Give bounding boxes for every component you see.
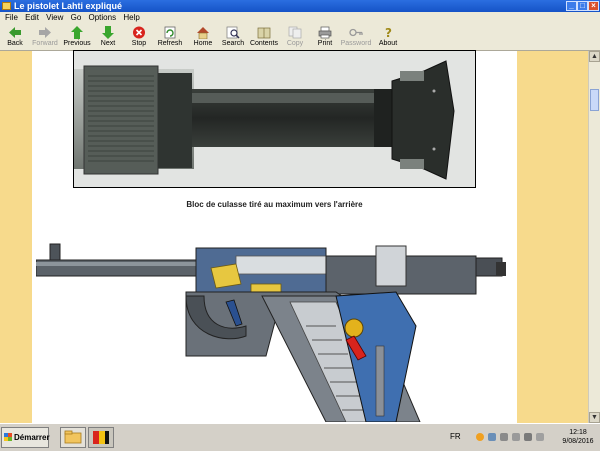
back-arrow-icon bbox=[8, 26, 22, 39]
help-book-icon bbox=[93, 431, 109, 444]
scroll-up-button[interactable]: ▲ bbox=[589, 51, 600, 62]
tray-flag-icon[interactable] bbox=[488, 433, 496, 441]
clock[interactable]: 12:18 9/08/2016 bbox=[558, 428, 598, 446]
password-button[interactable]: Password bbox=[339, 25, 373, 49]
search-button[interactable]: Search bbox=[220, 25, 246, 49]
toolbar: Back Forward Previous Next Stop Refresh … bbox=[0, 24, 600, 51]
key-icon bbox=[349, 26, 363, 39]
menu-options[interactable]: Options bbox=[89, 12, 117, 24]
folder-icon bbox=[64, 430, 82, 444]
tray-network-icon[interactable] bbox=[500, 433, 508, 441]
menu-file[interactable]: File bbox=[5, 12, 18, 24]
printer-icon bbox=[318, 26, 332, 39]
refresh-icon bbox=[163, 26, 177, 39]
windows-logo-icon bbox=[4, 433, 12, 441]
previous-button[interactable]: Previous bbox=[62, 25, 92, 49]
breech-block-photo bbox=[73, 50, 476, 188]
book-icon bbox=[257, 26, 271, 39]
taskbar: Démarrer FR 12:18 9/08/2016 bbox=[0, 423, 600, 451]
clock-date: 9/08/2016 bbox=[562, 438, 594, 445]
photo-caption: Bloc de culasse tiré au maximum vers l'a… bbox=[186, 200, 363, 209]
menu-help[interactable]: Help bbox=[123, 12, 139, 24]
scroll-down-button[interactable]: ▼ bbox=[589, 412, 600, 423]
up-arrow-icon bbox=[70, 26, 84, 39]
svg-text:?: ? bbox=[385, 26, 392, 39]
menu-view[interactable]: View bbox=[46, 12, 63, 24]
back-button[interactable]: Back bbox=[2, 25, 28, 49]
forward-button[interactable]: Forward bbox=[30, 25, 60, 49]
down-arrow-icon bbox=[101, 26, 115, 39]
about-button[interactable]: ? About bbox=[375, 25, 401, 49]
task-help-viewer[interactable] bbox=[88, 427, 114, 448]
maximize-button[interactable]: □ bbox=[577, 1, 588, 11]
start-button[interactable]: Démarrer bbox=[1, 427, 50, 448]
menu-bar: File Edit View Go Options Help bbox=[0, 12, 600, 24]
copy-icon bbox=[288, 26, 302, 39]
clock-time: 12:18 bbox=[569, 429, 587, 436]
app-icon bbox=[2, 2, 11, 10]
scroll-thumb[interactable] bbox=[590, 89, 599, 111]
home-button[interactable]: Home bbox=[190, 25, 216, 49]
pistol-cutaway-drawing bbox=[36, 236, 514, 422]
search-icon bbox=[226, 26, 240, 39]
minimize-button[interactable]: _ bbox=[566, 1, 577, 11]
tray-display-icon[interactable] bbox=[512, 433, 520, 441]
forward-arrow-icon bbox=[38, 26, 52, 39]
task-explorer[interactable] bbox=[60, 427, 86, 448]
stop-icon bbox=[132, 26, 146, 39]
tray-usb-icon[interactable] bbox=[536, 433, 544, 441]
refresh-button[interactable]: Refresh bbox=[155, 25, 185, 49]
window-title: Le pistolet Lahti expliqué bbox=[14, 1, 123, 11]
title-bar: Le pistolet Lahti expliqué _ □ × bbox=[0, 0, 600, 12]
next-button[interactable]: Next bbox=[95, 25, 121, 49]
print-button[interactable]: Print bbox=[314, 25, 336, 49]
copy-button[interactable]: Copy bbox=[284, 25, 306, 49]
menu-edit[interactable]: Edit bbox=[25, 12, 39, 24]
stop-button[interactable]: Stop bbox=[127, 25, 151, 49]
tray-speaker-icon[interactable] bbox=[524, 433, 532, 441]
vertical-scrollbar[interactable]: ▲ ▼ bbox=[588, 51, 600, 423]
language-indicator[interactable]: FR bbox=[450, 432, 461, 441]
home-icon bbox=[196, 26, 210, 40]
contents-button[interactable]: Contents bbox=[248, 25, 280, 49]
question-icon: ? bbox=[381, 26, 395, 40]
menu-go[interactable]: Go bbox=[71, 12, 82, 24]
close-button[interactable]: × bbox=[588, 1, 599, 11]
tray-update-icon[interactable] bbox=[476, 433, 484, 441]
system-tray: FR 12:18 9/08/2016 bbox=[448, 427, 598, 448]
